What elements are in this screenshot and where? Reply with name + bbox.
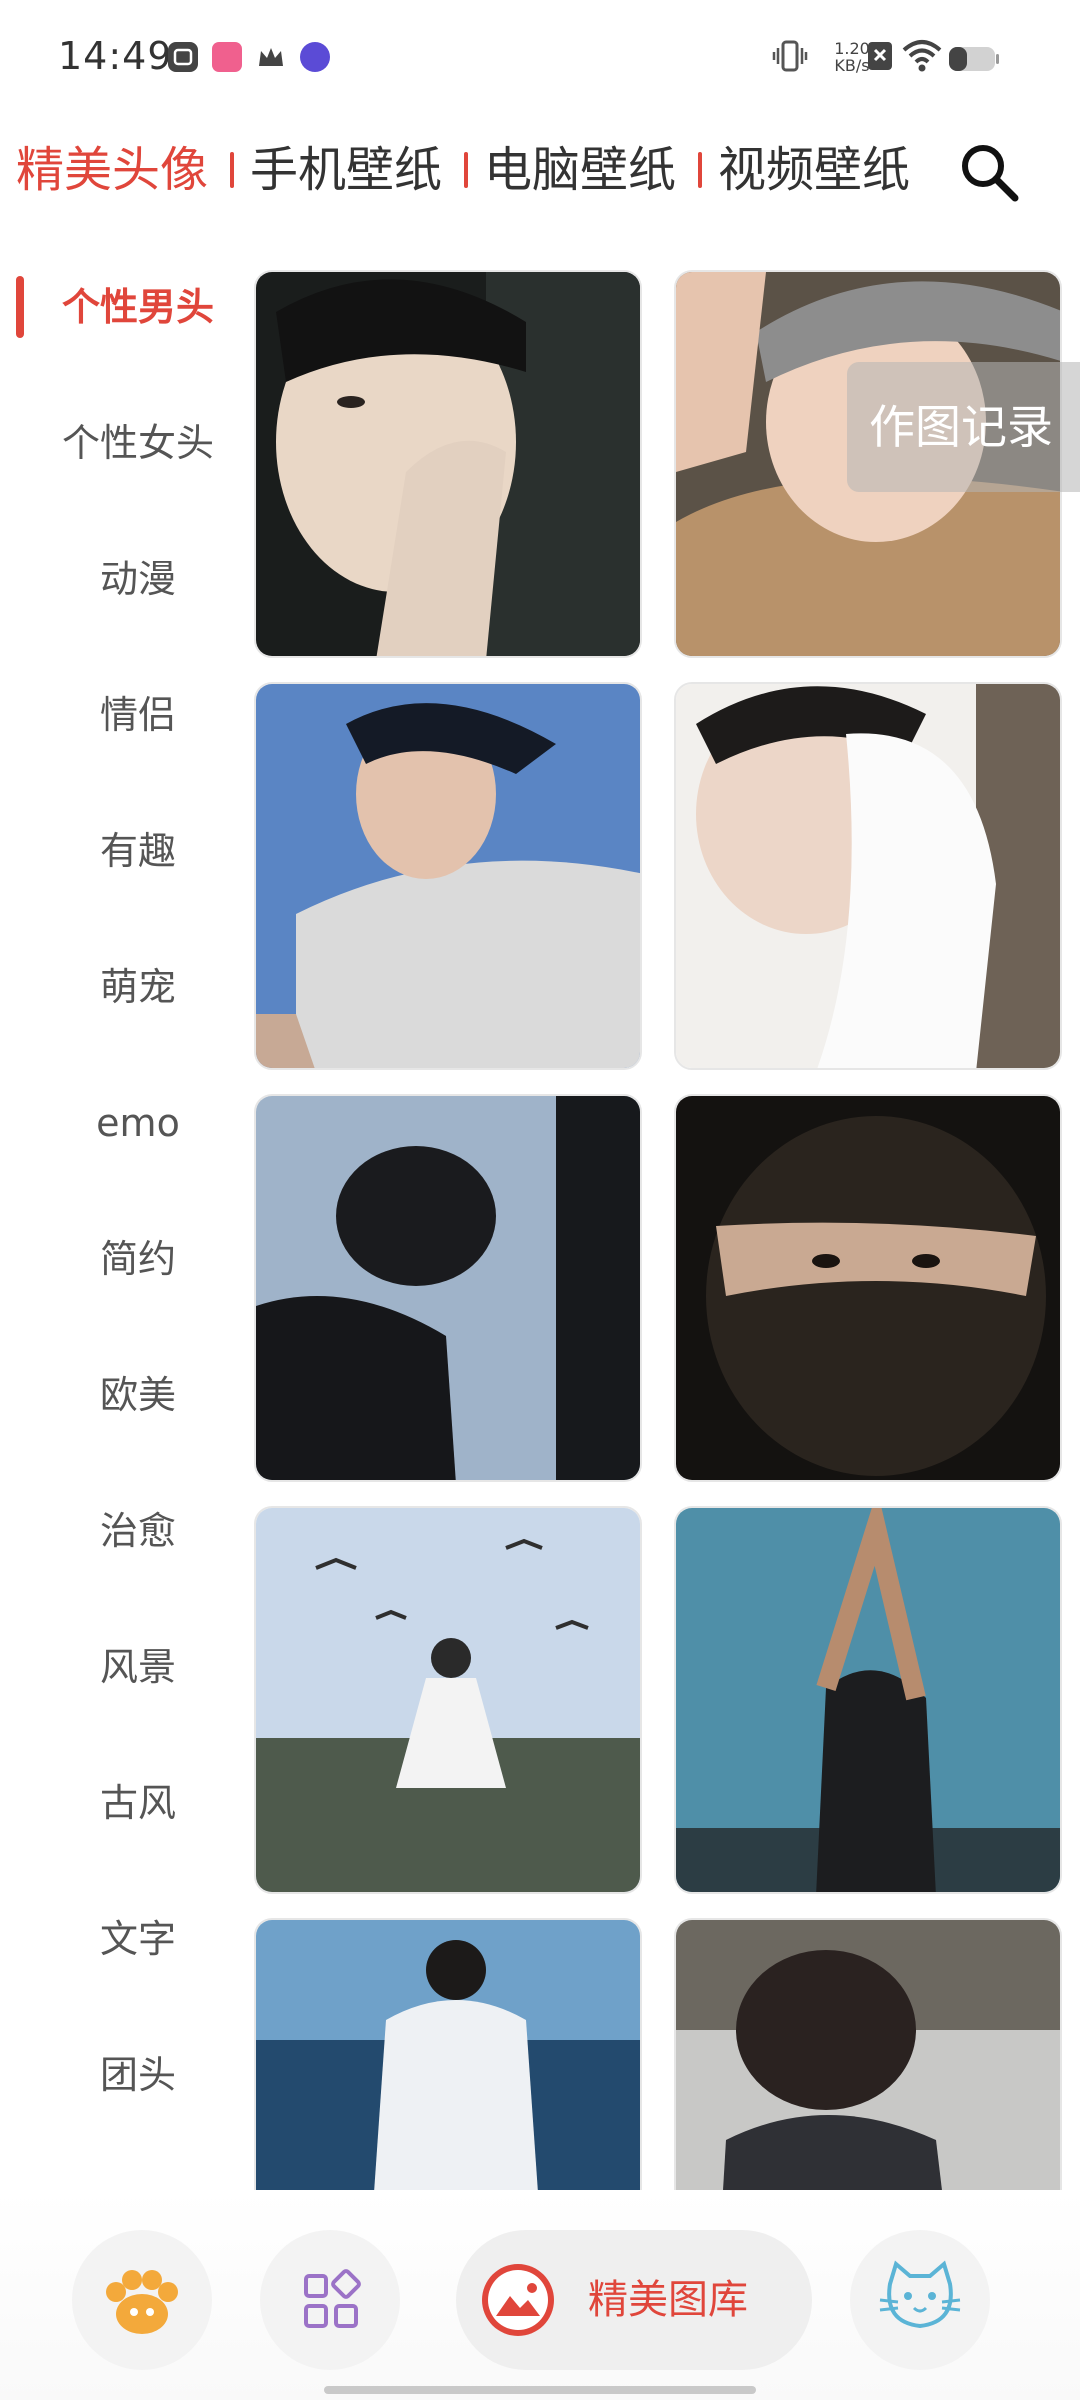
avatar-thumbnail[interactable] [254, 1094, 642, 1482]
tab-phone-wallpaper[interactable]: 手机壁纸 [250, 130, 442, 210]
tab-separator [464, 152, 468, 188]
battery-icon [948, 46, 1000, 76]
tab-avatar[interactable]: 精美头像 [16, 130, 208, 210]
top-category-tabs: 精美头像 手机壁纸 电脑壁纸 视频壁纸 [0, 130, 1080, 210]
category-item[interactable]: 个性男头 [0, 262, 250, 352]
category-item[interactable]: 个性女头 [0, 398, 250, 488]
avatar-thumbnail[interactable] [254, 270, 642, 658]
tie-icon [300, 42, 330, 72]
search-icon [962, 145, 1019, 202]
avatar-thumbnail[interactable] [254, 682, 642, 1070]
avatar-thumbnail[interactable] [674, 1918, 1062, 2205]
history-button-label: 作图记录 [869, 400, 1053, 454]
nav-paw-button[interactable] [72, 2230, 212, 2370]
category-item[interactable]: 动漫 [0, 534, 250, 624]
wifi-icon [902, 38, 942, 78]
category-item[interactable]: 简约 [0, 1214, 250, 1304]
search-button[interactable] [955, 138, 1025, 208]
avatar-grid [254, 270, 1064, 2205]
avatar-thumbnail[interactable] [254, 1918, 642, 2205]
paw-icon [106, 2270, 178, 2334]
status-time: 14:49 [58, 34, 173, 78]
tab-separator [698, 152, 702, 188]
category-item[interactable]: 治愈 [0, 1486, 250, 1576]
category-item[interactable]: emo [0, 1078, 250, 1168]
category-item[interactable]: 有趣 [0, 806, 250, 896]
nav-gallery-label: 精美图库 [588, 2277, 748, 2323]
tab-video-wallpaper[interactable]: 视频壁纸 [718, 130, 910, 210]
category-item[interactable]: 欧美 [0, 1350, 250, 1440]
nav-grid-button[interactable] [260, 2230, 400, 2370]
category-item[interactable]: 情侣 [0, 670, 250, 760]
category-item[interactable]: 萌宠 [0, 942, 250, 1032]
nav-gallery-button[interactable]: 精美图库 [456, 2230, 812, 2370]
avatar-thumbnail[interactable] [674, 682, 1062, 1070]
cat-icon [879, 2260, 961, 2329]
avatar-thumbnail[interactable] [254, 1506, 642, 1894]
crown-icon [256, 42, 286, 72]
home-indicator[interactable] [324, 2386, 756, 2394]
category-item[interactable]: 古风 [0, 1758, 250, 1848]
gallery-icon [482, 2264, 554, 2336]
status-bar: 14:49 1.20 KB/s [0, 0, 1080, 110]
avatar-thumbnail[interactable] [674, 1506, 1062, 1894]
bottom-navigation: 精美图库 [0, 2190, 1080, 2400]
category-item[interactable]: 团头 [0, 2030, 250, 2120]
nav-cat-button[interactable] [850, 2230, 990, 2370]
history-button[interactable]: 作图记录 [847, 362, 1080, 492]
grid-icon [304, 2269, 361, 2328]
bilibili-icon [212, 42, 242, 72]
tab-pc-wallpaper[interactable]: 电脑壁纸 [484, 130, 676, 210]
category-item[interactable]: 文字 [0, 1894, 250, 1984]
app-icon-1 [168, 42, 198, 72]
tab-separator [230, 152, 234, 188]
vibrate-icon [772, 38, 808, 78]
sim-off-icon [866, 38, 894, 78]
avatar-thumbnail[interactable] [674, 1094, 1062, 1482]
category-item[interactable]: 风景 [0, 1622, 250, 1712]
